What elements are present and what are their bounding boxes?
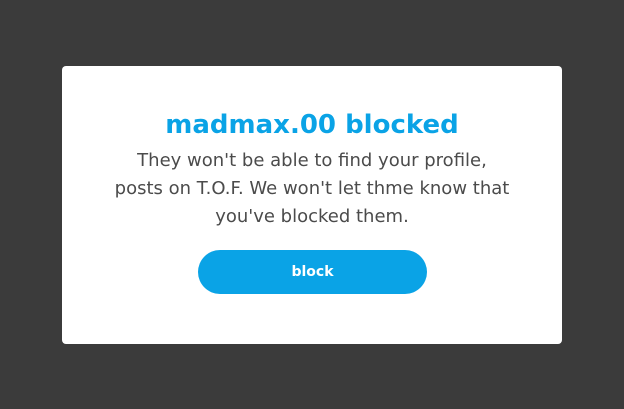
dialog-message: They won't be able to find your profile,… — [114, 150, 510, 227]
block-button[interactable]: block — [198, 250, 427, 294]
block-confirmation-dialog: madmax.00 blocked They won't be able to … — [62, 66, 562, 344]
dialog-title: madmax.00 blocked — [165, 110, 459, 140]
